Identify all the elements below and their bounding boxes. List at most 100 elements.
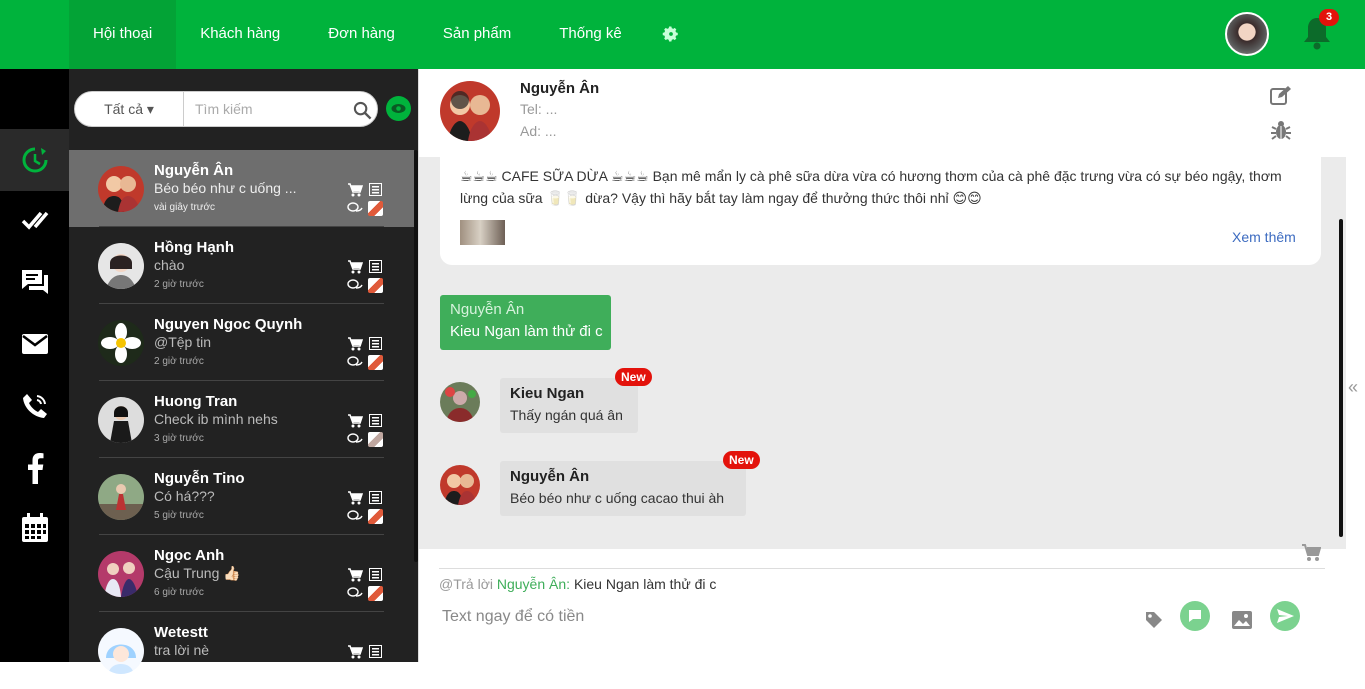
cart-icon[interactable] bbox=[347, 337, 363, 351]
chat-main: Nguyễn Ân Tel: ... Ad: ... ☕☕☕ CAFE SỮA … bbox=[418, 69, 1365, 662]
tab-san-pham[interactable]: Sản phẩm bbox=[419, 0, 535, 69]
calendar-icon[interactable] bbox=[0, 497, 69, 559]
clock-refresh-icon[interactable] bbox=[0, 129, 69, 191]
comments-icon[interactable] bbox=[347, 279, 363, 292]
eye-icon bbox=[391, 104, 406, 113]
bug-icon[interactable] bbox=[1270, 120, 1292, 140]
cart-icon[interactable] bbox=[347, 645, 363, 659]
cart-icon[interactable] bbox=[1301, 544, 1321, 562]
conversation-avatar[interactable] bbox=[98, 166, 144, 212]
message-sender: Nguyễn Ân bbox=[450, 301, 525, 318]
list-icon[interactable] bbox=[369, 414, 382, 427]
conversation-avatar[interactable] bbox=[98, 551, 144, 597]
conversation-time: 6 giờ trước bbox=[154, 587, 204, 598]
mail-icon[interactable] bbox=[0, 313, 69, 375]
message-area: ☕☕☕ CAFE SỮA DỪA ☕☕☕ Bạn mê mẩn ly cà ph… bbox=[419, 157, 1346, 549]
conversation-item[interactable]: Nguyen Ngoc Quynh @Tệp tin 2 giờ trước bbox=[69, 304, 414, 381]
comments-icon[interactable] bbox=[347, 356, 363, 369]
user-avatar[interactable] bbox=[1225, 12, 1269, 56]
post-thumbnail[interactable] bbox=[368, 278, 383, 293]
incoming-message: Nguyễn Ân Béo béo như c uống cacao thui … bbox=[500, 461, 746, 516]
conversation-item[interactable]: Nguyễn Ân Béo béo như c uống ... vài giây … bbox=[69, 150, 414, 227]
quick-reply-button[interactable] bbox=[1180, 601, 1210, 631]
post-card: ☕☕☕ CAFE SỮA DỪA ☕☕☕ Bạn mê mẩn ly cà ph… bbox=[440, 157, 1321, 265]
cart-icon[interactable] bbox=[347, 568, 363, 582]
filter-bar: Tất cả ▾ Tìm kiếm bbox=[74, 91, 378, 127]
conversation-name: Nguyen Ngoc Quynh bbox=[154, 316, 303, 333]
filter-select[interactable]: Tất cả ▾ bbox=[75, 92, 184, 126]
collapse-panel-icon[interactable]: « bbox=[1348, 377, 1358, 398]
conversation-time: 3 giờ trước bbox=[154, 433, 204, 444]
cart-icon[interactable] bbox=[347, 414, 363, 428]
chat-icon[interactable] bbox=[0, 251, 69, 313]
send-icon bbox=[1277, 609, 1294, 623]
see-more-link[interactable]: Xem thêm bbox=[1232, 229, 1296, 245]
post-thumbnail[interactable] bbox=[368, 432, 383, 447]
post-text: ☕☕☕ CAFE SỮA DỪA ☕☕☕ Bạn mê mẩn ly cà ph… bbox=[460, 168, 1282, 206]
conversation-item[interactable]: Huong Tran Check ib mình nehs 3 giờ trước bbox=[69, 381, 414, 458]
conversation-avatar[interactable] bbox=[98, 397, 144, 443]
list-icon[interactable] bbox=[369, 491, 382, 504]
tab-hoi-thoai[interactable]: Hội thoại bbox=[69, 0, 177, 69]
conversation-avatar[interactable] bbox=[98, 474, 144, 520]
gear-icon[interactable] bbox=[662, 25, 680, 43]
new-badge: New bbox=[723, 451, 760, 469]
conversation-name: Nguyễn Tino bbox=[154, 470, 245, 487]
conversation-preview: tra lời nè bbox=[154, 642, 210, 658]
comments-icon[interactable] bbox=[347, 587, 363, 600]
send-button[interactable] bbox=[1270, 601, 1300, 631]
conversation-name: Wetestt bbox=[154, 624, 208, 641]
sender-avatar[interactable] bbox=[440, 465, 480, 505]
tab-thong-ke[interactable]: Thống kê bbox=[535, 0, 646, 69]
post-thumbnail[interactable] bbox=[368, 355, 383, 370]
top-navbar: Hội thoại Khách hàng Đơn hàng Sản phẩm T… bbox=[0, 0, 1365, 69]
conversation-preview: Cậu Trung 👍🏻 bbox=[154, 565, 241, 581]
list-icon[interactable] bbox=[369, 260, 382, 273]
tag-icon[interactable] bbox=[1144, 610, 1164, 630]
list-icon[interactable] bbox=[369, 568, 382, 581]
sender-avatar[interactable] bbox=[440, 382, 480, 422]
search-input[interactable]: Tìm kiếm bbox=[195, 92, 253, 126]
eye-toggle-button[interactable] bbox=[386, 96, 411, 121]
cart-icon[interactable] bbox=[347, 260, 363, 274]
conversation-item[interactable]: Ngọc Anh Cậu Trung 👍🏻 6 giờ trước bbox=[69, 535, 414, 612]
check-all-icon[interactable] bbox=[0, 189, 69, 251]
comments-icon[interactable] bbox=[347, 510, 363, 523]
chat-scrollbar[interactable] bbox=[1339, 219, 1343, 537]
reply-context: @Trả lời Nguyễn Ân: Kieu Ngan làm thử đi… bbox=[439, 568, 1325, 592]
comments-icon[interactable] bbox=[347, 433, 363, 446]
conversation-item[interactable]: Nguyễn Tino Có há??? 5 giờ trước bbox=[69, 458, 414, 535]
contact-avatar[interactable] bbox=[440, 81, 500, 141]
message-input[interactable]: Text ngay để có tiền bbox=[442, 608, 584, 626]
comments-icon[interactable] bbox=[347, 202, 363, 215]
tab-don-hang[interactable]: Đơn hàng bbox=[304, 0, 419, 69]
new-badge: New bbox=[615, 368, 652, 386]
tab-khach-hang[interactable]: Khách hàng bbox=[176, 0, 304, 69]
conversation-preview: Check ib mình nehs bbox=[154, 411, 278, 427]
cart-icon[interactable] bbox=[347, 491, 363, 505]
conversation-preview: chào bbox=[154, 257, 185, 273]
message-text: Béo béo như c uống cacao thui àh bbox=[510, 490, 725, 506]
conversation-item[interactable]: Hồng Hạnh chào 2 giờ trước bbox=[69, 227, 414, 304]
reply-prefix: @Trả lời bbox=[439, 576, 493, 592]
list-icon[interactable] bbox=[369, 645, 382, 658]
post-thumbnail[interactable] bbox=[368, 509, 383, 524]
phone-icon[interactable] bbox=[0, 375, 69, 437]
facebook-icon[interactable] bbox=[0, 437, 69, 499]
icon-sidebar bbox=[0, 69, 69, 662]
conversation-name: Huong Tran bbox=[154, 393, 238, 410]
cart-icon[interactable] bbox=[347, 183, 363, 197]
conversation-avatar[interactable] bbox=[98, 243, 144, 289]
edit-icon[interactable] bbox=[1270, 85, 1292, 105]
post-image[interactable] bbox=[460, 220, 505, 245]
conversation-avatar[interactable] bbox=[98, 628, 144, 674]
conversation-item[interactable]: Wetestt tra lời nè bbox=[69, 612, 414, 689]
contact-ad: Ad: ... bbox=[520, 123, 557, 139]
conversation-avatar[interactable] bbox=[98, 320, 144, 366]
list-icon[interactable] bbox=[369, 183, 382, 196]
list-icon[interactable] bbox=[369, 337, 382, 350]
image-icon[interactable] bbox=[1231, 610, 1253, 630]
post-thumbnail[interactable] bbox=[368, 586, 383, 601]
post-thumbnail[interactable] bbox=[368, 201, 383, 216]
search-icon[interactable] bbox=[353, 101, 372, 120]
